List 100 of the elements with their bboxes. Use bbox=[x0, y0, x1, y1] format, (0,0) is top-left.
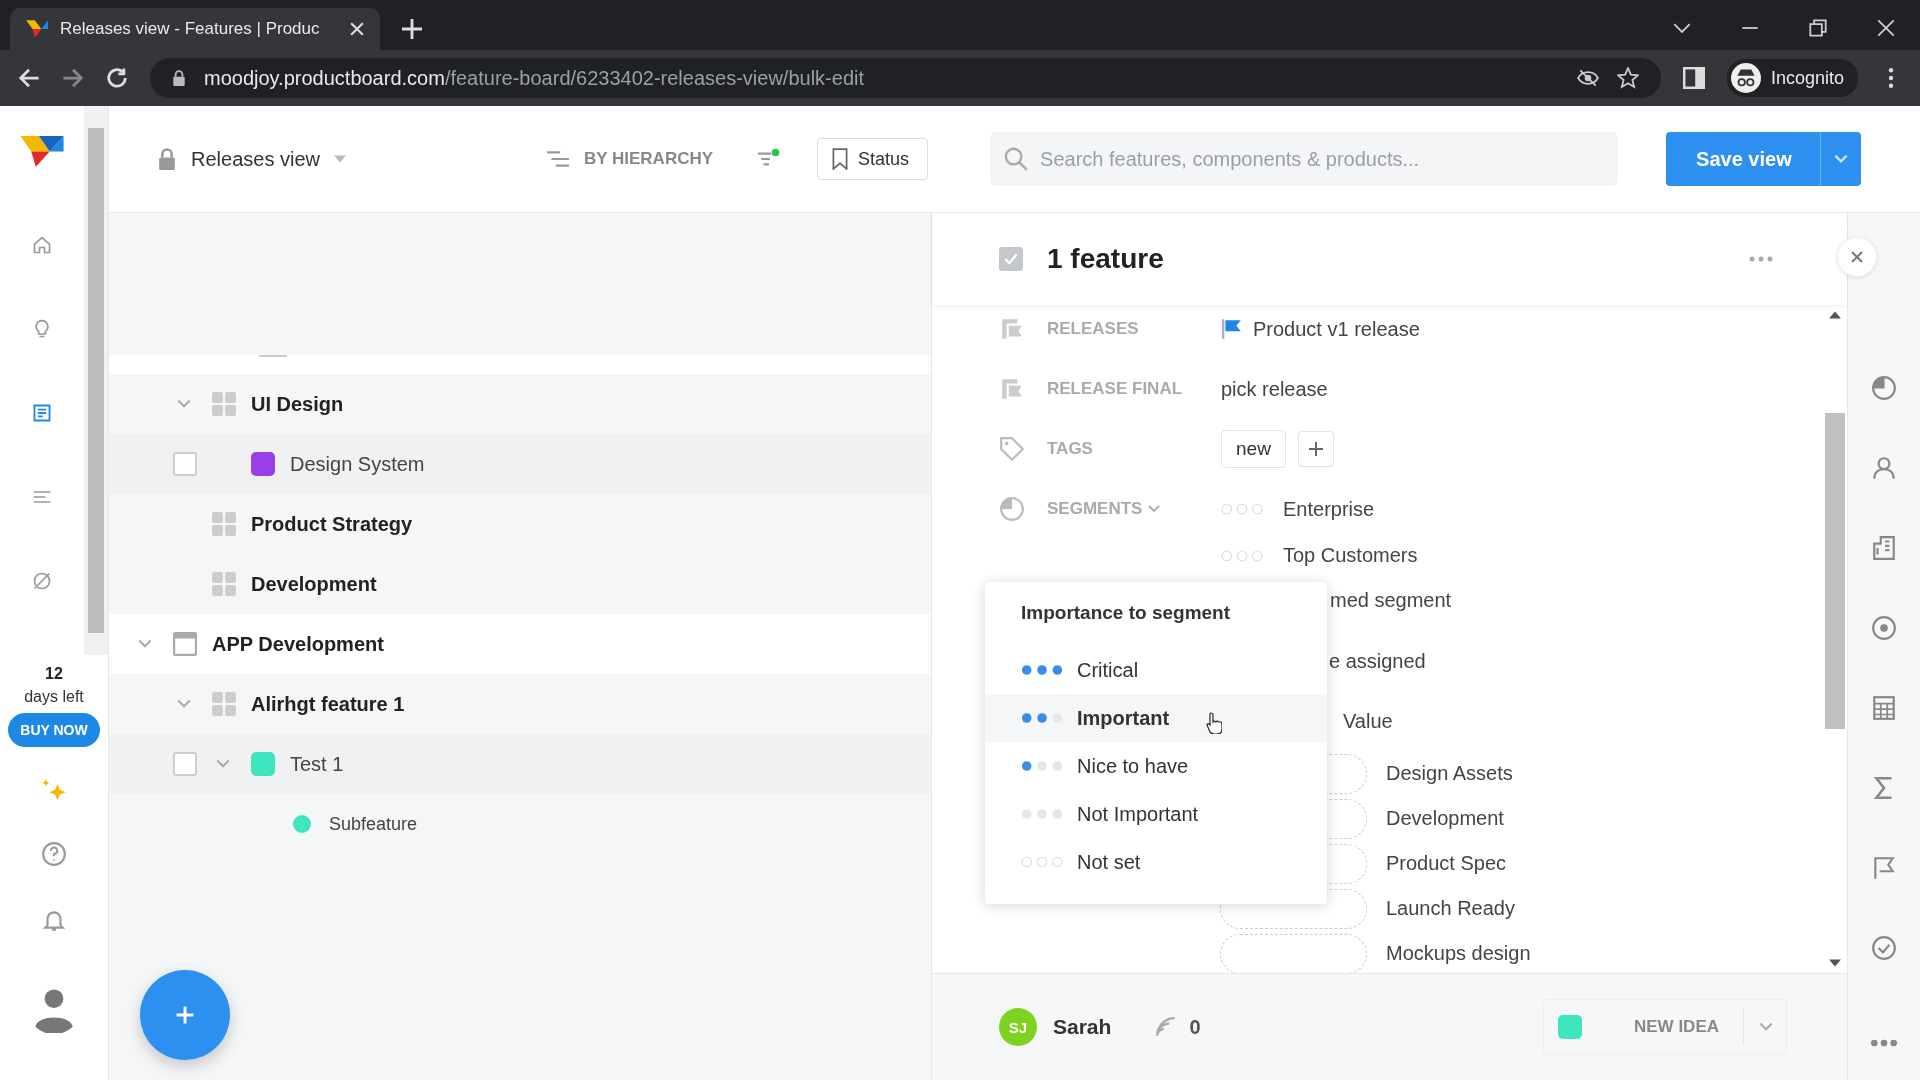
tree-row[interactable]: Product Strategy bbox=[109, 494, 931, 554]
stage-name: Mockups design bbox=[1386, 942, 1531, 965]
incognito-icon bbox=[1730, 63, 1761, 93]
chevron-icon[interactable] bbox=[215, 758, 231, 770]
sidebar-icon[interactable] bbox=[1682, 67, 1705, 89]
star-icon[interactable] bbox=[1616, 67, 1639, 89]
chevron-icon[interactable] bbox=[176, 398, 192, 410]
add-button[interactable] bbox=[140, 970, 230, 1060]
field-value: e assigned bbox=[1329, 649, 1426, 673]
chevron-icon[interactable] bbox=[176, 698, 192, 710]
stage-name: Development bbox=[1386, 807, 1504, 830]
close-icon[interactable] bbox=[1877, 19, 1895, 37]
flag-icon[interactable] bbox=[1871, 855, 1897, 881]
tab-title: Releases view - Features | Produc bbox=[60, 19, 321, 39]
pie-icon bbox=[999, 496, 1025, 522]
checkbox[interactable] bbox=[999, 247, 1023, 271]
importance-dots-icon[interactable] bbox=[1221, 549, 1265, 562]
grouping-button[interactable]: BY HIERARCHY bbox=[545, 149, 714, 169]
search-icon bbox=[1004, 147, 1029, 171]
tree-row[interactable]: UI Design bbox=[109, 374, 931, 434]
address-bar[interactable]: moodjoy.productboard.com/feature-board/6233402-releases-view/bulk-edit bbox=[150, 58, 1661, 98]
segment-name: med segment bbox=[1330, 589, 1452, 612]
check-icon bbox=[1003, 251, 1019, 267]
menu-item[interactable]: Not Important bbox=[985, 790, 1327, 838]
url-text: moodjoy.productboard.com/feature-board/6233402-releases-view/bulk-edit bbox=[204, 66, 864, 90]
item-name: APP Development bbox=[212, 632, 384, 656]
search-field[interactable]: Search features, components & products... bbox=[990, 132, 1619, 186]
menu-title: Importance to segment bbox=[1020, 602, 1232, 624]
menu-item[interactable]: Critical bbox=[985, 646, 1327, 694]
status-button[interactable]: Status bbox=[817, 138, 929, 180]
hierarchy-icon bbox=[545, 150, 570, 168]
bookmark-icon bbox=[832, 148, 849, 170]
caret-icon bbox=[1148, 505, 1161, 513]
tree-row[interactable]: Alirhgt feature 1 bbox=[109, 674, 931, 734]
item-name: Development bbox=[251, 572, 377, 596]
field-label: RELEASES bbox=[1047, 318, 1140, 340]
target-icon[interactable] bbox=[1871, 615, 1897, 641]
hand-cursor-icon bbox=[1206, 712, 1222, 734]
restore-icon[interactable] bbox=[1809, 19, 1827, 37]
signal-icon bbox=[1155, 1016, 1178, 1038]
releases-icon bbox=[999, 316, 1025, 342]
checkbox[interactable] bbox=[173, 452, 197, 476]
check-circle-icon[interactable] bbox=[1871, 935, 1897, 961]
tree-row[interactable]: Design System bbox=[109, 434, 931, 494]
menu-item[interactable]: Important bbox=[985, 694, 1327, 742]
item-name: Alirhgt feature 1 bbox=[251, 692, 405, 716]
new-tab-icon[interactable] bbox=[402, 19, 422, 39]
segment-name: Top Customers bbox=[1283, 544, 1418, 567]
stage-name: Product Spec bbox=[1386, 852, 1507, 875]
buy-now-button[interactable]: BUY NOW bbox=[8, 713, 100, 747]
close-icon[interactable] bbox=[350, 22, 364, 36]
tree-row[interactable]: APP Development bbox=[109, 614, 931, 674]
component-icon bbox=[212, 692, 236, 716]
lock-icon bbox=[172, 70, 186, 86]
scrollbar[interactable] bbox=[84, 106, 108, 655]
field-value: Value bbox=[1343, 709, 1393, 733]
item-name: Test 1 bbox=[290, 752, 344, 776]
chevron-icon[interactable] bbox=[137, 638, 153, 650]
owner-name[interactable]: Sarah bbox=[1053, 1015, 1112, 1039]
trial-label: days left bbox=[24, 688, 84, 706]
back-icon[interactable] bbox=[18, 67, 40, 89]
scroll-down-icon[interactable] bbox=[1829, 959, 1841, 967]
item-name: Subfeature bbox=[329, 813, 418, 835]
menu-item[interactable]: Nice to have bbox=[985, 742, 1327, 790]
release-value[interactable]: Product v1 release bbox=[1253, 317, 1420, 341]
view-selector[interactable]: Releases view bbox=[157, 147, 346, 171]
release-picker[interactable]: pick release bbox=[1221, 377, 1328, 401]
component-icon bbox=[212, 392, 236, 416]
add-tag-button[interactable] bbox=[1297, 431, 1334, 467]
status-color-icon bbox=[1558, 1015, 1582, 1039]
pie-icon[interactable] bbox=[1871, 375, 1897, 401]
search-input[interactable]: Search features, components & products... bbox=[1038, 146, 1605, 172]
scroll-up-icon[interactable] bbox=[1829, 311, 1841, 319]
segment-name: Enterprise bbox=[1283, 497, 1375, 521]
person-icon[interactable] bbox=[1871, 455, 1897, 481]
checkbox[interactable] bbox=[173, 752, 197, 776]
help-icon[interactable] bbox=[41, 841, 67, 867]
close-icon bbox=[1850, 250, 1864, 264]
item-name: Product Strategy bbox=[251, 512, 413, 536]
importance-dots-icon[interactable] bbox=[1221, 503, 1265, 515]
releases-icon bbox=[999, 376, 1025, 402]
forward-icon[interactable] bbox=[62, 67, 84, 89]
eye-off-icon[interactable] bbox=[1576, 67, 1599, 89]
tree-row[interactable]: Development bbox=[109, 554, 931, 614]
building-icon[interactable] bbox=[1871, 535, 1897, 561]
tree-row[interactable]: Test 1 bbox=[109, 734, 931, 794]
browser-tab[interactable]: Releases view - Features | Produc bbox=[10, 8, 380, 50]
tree-row[interactable]: Subfeature bbox=[109, 794, 931, 854]
panel-title: 1 feature bbox=[1047, 243, 1164, 275]
vote-count: 0 bbox=[1189, 1015, 1201, 1039]
menu-item[interactable]: Not set bbox=[985, 838, 1327, 886]
calculator-icon[interactable] bbox=[1871, 695, 1897, 721]
lock-icon bbox=[157, 148, 177, 170]
reload-icon[interactable] bbox=[106, 67, 128, 89]
plus-icon bbox=[1307, 441, 1324, 457]
item-name: UI Design bbox=[251, 392, 344, 416]
product-icon bbox=[173, 632, 197, 656]
tag[interactable]: new bbox=[1221, 430, 1286, 468]
flag-icon bbox=[1221, 318, 1243, 340]
profile-button[interactable]: Incognito bbox=[1726, 59, 1858, 97]
